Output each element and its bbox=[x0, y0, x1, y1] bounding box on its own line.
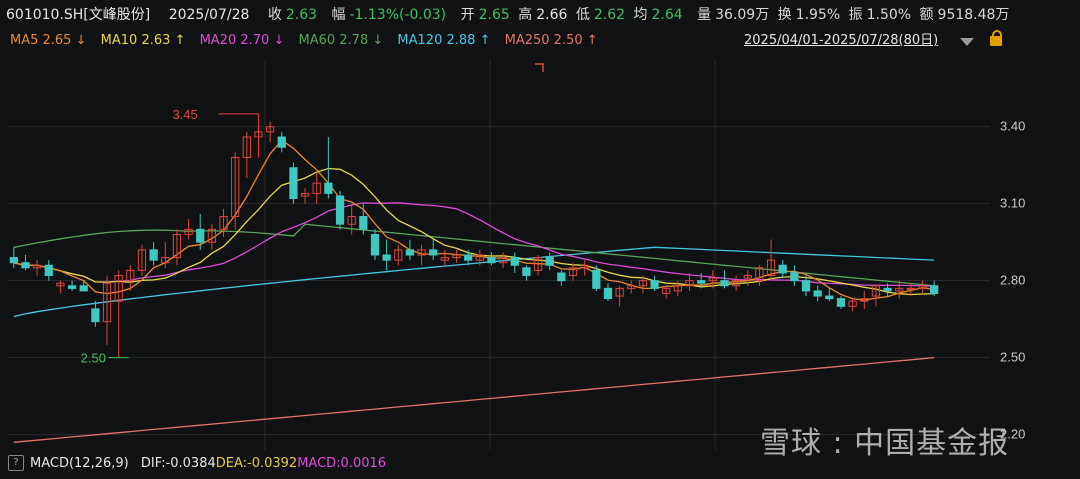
candle-body bbox=[557, 272, 566, 282]
macd-name[interactable]: MACD(12,26,9) bbox=[30, 456, 129, 471]
candle-body bbox=[510, 257, 519, 266]
candle-body bbox=[44, 264, 53, 277]
candle-body bbox=[335, 195, 345, 225]
candle-body bbox=[650, 280, 659, 289]
low-annotation: 2.50 bbox=[81, 351, 106, 366]
candle-body bbox=[522, 267, 531, 277]
candle-body bbox=[21, 262, 30, 269]
candle-body bbox=[79, 285, 88, 292]
candle-body bbox=[91, 308, 100, 323]
candle-body bbox=[790, 272, 799, 282]
candle-body bbox=[487, 257, 496, 264]
candle-body bbox=[930, 285, 939, 294]
candle-body bbox=[9, 257, 18, 264]
candle-body bbox=[603, 287, 613, 300]
y-tick-label: 3.10 bbox=[1000, 196, 1025, 211]
candlestick-chart[interactable]: 3.403.102.802.502.203.452.50 bbox=[0, 0, 1080, 479]
candle-body bbox=[324, 182, 333, 194]
candle-body bbox=[906, 287, 915, 290]
candle-body bbox=[149, 249, 158, 261]
candle-body bbox=[67, 285, 77, 289]
candle-body bbox=[464, 254, 473, 261]
candle-body bbox=[382, 254, 391, 261]
candle-body bbox=[359, 216, 368, 230]
candle-body bbox=[429, 249, 438, 256]
y-tick-label: 2.80 bbox=[1000, 273, 1025, 288]
candle-body bbox=[801, 280, 811, 292]
candle-body bbox=[720, 280, 729, 287]
high-annotation: 3.45 bbox=[172, 107, 197, 122]
candle-body bbox=[277, 136, 286, 148]
indicator-bar: MACD(12,26,9) DIF:-0.0384DEA:-0.0392MACD… bbox=[0, 450, 1080, 478]
candle-body bbox=[825, 295, 834, 300]
candle-body bbox=[289, 167, 298, 200]
candle-body bbox=[836, 298, 846, 307]
candle-body bbox=[778, 264, 787, 274]
candle-body bbox=[697, 280, 706, 284]
macd-dif: DIF:-0.0384 bbox=[140, 456, 216, 471]
candle-body bbox=[883, 287, 892, 292]
candle-body bbox=[405, 249, 415, 256]
y-tick-label: 2.50 bbox=[1000, 350, 1025, 365]
candle-body bbox=[370, 233, 380, 256]
candle-body bbox=[813, 290, 822, 297]
y-tick-label: 3.40 bbox=[1000, 119, 1025, 134]
crosshair-corner-icon bbox=[535, 63, 544, 72]
candle-body bbox=[545, 257, 554, 266]
candle-body bbox=[592, 269, 601, 289]
macd-value: MACD:0.0016 bbox=[297, 456, 387, 471]
candle-body bbox=[196, 228, 205, 243]
macd-dea: DEA:-0.0392 bbox=[215, 456, 298, 471]
